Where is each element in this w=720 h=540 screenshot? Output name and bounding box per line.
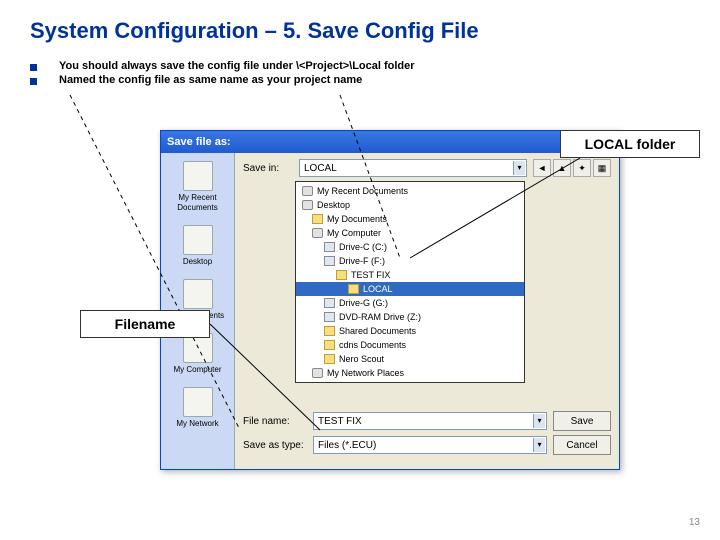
filename-input[interactable]: TEST FIX ▾ [313,412,547,430]
bullet-marker [30,64,37,71]
slide-title: System Configuration – 5. Save Config Fi… [0,0,720,54]
place-label: Desktop [183,257,212,267]
place-label: My Computer [173,365,221,375]
place-icon [302,186,313,196]
folder-tree-item[interactable]: Shared Documents [296,324,524,338]
tree-item-label: Drive-C (C:) [339,241,387,253]
folder-tree-item[interactable]: DVD-RAM Drive (Z:) [296,310,524,324]
tree-item-label: cdns Documents [339,339,406,351]
folder-tree-item[interactable]: My Network Places [296,366,524,380]
desktop-icon [183,225,213,255]
place-recent[interactable]: My Recent Documents [163,157,232,217]
filename-value: TEST FIX [318,416,362,427]
dialog-main: Save in: LOCAL ▾ ◄ ▲ ✦ ▦ My Recent Docum… [235,153,619,469]
folder-icon [336,270,347,280]
bullet-item: You should always save the config file u… [30,60,690,72]
chevron-down-icon[interactable]: ▾ [533,438,545,452]
new-folder-icon[interactable]: ✦ [573,159,591,177]
drive-icon [324,298,335,308]
tree-item-label: Nero Scout [339,353,384,365]
folder-tree-item[interactable]: Desktop [296,198,524,212]
place-desktop[interactable]: Desktop [163,221,232,271]
bullet-item: Named the config file as same name as yo… [30,74,690,86]
dialog-title: Save file as: [167,136,231,148]
folder-tree-item[interactable]: TEST FIX [296,268,524,282]
drive-icon [324,256,335,266]
savetype-label: Save as type: [243,440,307,451]
save-in-row: Save in: LOCAL ▾ ◄ ▲ ✦ ▦ [243,159,611,177]
folder-tree-item[interactable]: Drive-C (C:) [296,240,524,254]
tree-item-label: My Computer [327,227,381,239]
callout-filename: Filename [80,310,210,338]
bullet-text: You should always save the config file u… [59,60,415,72]
network-icon [183,387,213,417]
place-icon [312,368,323,378]
folder-tree-item[interactable]: Nero Scout [296,352,524,366]
folder-icon [183,279,213,309]
nav-icons: ◄ ▲ ✦ ▦ [533,159,611,177]
tree-item-label: Shared Documents [339,325,416,337]
chevron-down-icon[interactable]: ▾ [513,161,525,175]
savetype-value: Files (*.ECU) [318,440,376,451]
folder-tree-item[interactable]: LOCAL [296,282,524,296]
save-in-combo[interactable]: LOCAL ▾ [299,159,527,177]
filename-row: File name: TEST FIX ▾ Save [243,411,611,431]
recent-documents-icon [183,161,213,191]
tree-item-label: Desktop [317,199,350,211]
bullet-list: You should always save the config file u… [0,54,720,86]
tree-item-label: Drive-G (G:) [339,297,388,309]
tree-item-label: My Network Places [327,367,404,379]
slide-number: 13 [689,517,700,528]
tree-item-label: DVD-RAM Drive (Z:) [339,311,421,323]
drive-icon [324,312,335,322]
folder-tree-item[interactable]: cdns Documents [296,338,524,352]
filename-label: File name: [243,416,307,427]
tree-item-label: Drive-F (F:) [339,255,385,267]
folder-tree-item[interactable]: Drive-F (F:) [296,254,524,268]
folder-tree-item[interactable]: My Computer [296,226,524,240]
bullet-text: Named the config file as same name as yo… [59,74,362,86]
folder-icon [312,214,323,224]
bullet-marker [30,78,37,85]
place-mynetwork[interactable]: My Network [163,383,232,433]
dialog-titlebar[interactable]: Save file as: ✕ [161,131,619,153]
save-in-value: LOCAL [304,163,337,174]
folder-dropdown[interactable]: My Recent Documents Desktop My Documents My… [295,181,525,383]
place-icon [312,228,323,238]
place-label: My Network [176,419,218,429]
dialog-footer: File name: TEST FIX ▾ Save Save as type:… [243,411,611,463]
tree-item-label: My Recent Documents [317,185,408,197]
tree-item-label: LOCAL [363,283,393,295]
place-label: My Recent Documents [163,193,232,213]
tree-item-label: My Documents [327,213,387,225]
chevron-down-icon[interactable]: ▾ [533,414,545,428]
folder-tree-item[interactable]: My Recent Documents [296,184,524,198]
folder-tree-item[interactable]: My Documents [296,212,524,226]
savetype-row: Save as type: Files (*.ECU) ▾ Cancel [243,435,611,455]
savetype-combo[interactable]: Files (*.ECU) ▾ [313,436,547,454]
folder-icon [324,326,335,336]
folder-icon [324,340,335,350]
cancel-button[interactable]: Cancel [553,435,611,455]
place-icon [302,200,313,210]
drive-icon [324,242,335,252]
views-icon[interactable]: ▦ [593,159,611,177]
save-in-label: Save in: [243,163,293,174]
folder-icon [348,284,359,294]
save-file-dialog: Save file as: ✕ My Recent Documents Desk… [160,130,620,470]
back-icon[interactable]: ◄ [533,159,551,177]
tree-item-label: TEST FIX [351,269,390,281]
up-icon[interactable]: ▲ [553,159,571,177]
save-button[interactable]: Save [553,411,611,431]
callout-local-folder: LOCAL folder [560,130,700,158]
folder-icon [324,354,335,364]
folder-tree-item[interactable]: Drive-G (G:) [296,296,524,310]
